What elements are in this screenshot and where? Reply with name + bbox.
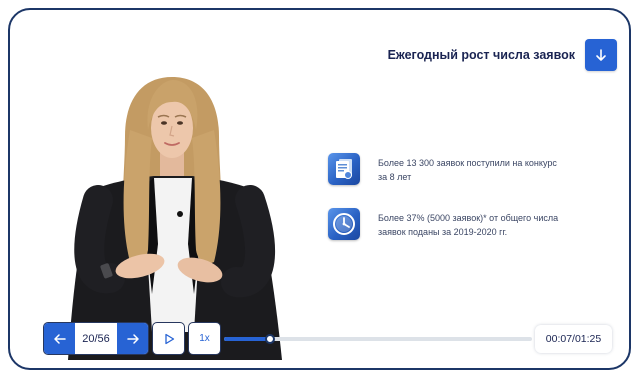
fact-line: Более 13 300 заявок поступили на конкурс (378, 158, 557, 168)
document-icon (328, 153, 360, 185)
play-icon (164, 333, 174, 344)
progress-bar[interactable] (224, 334, 532, 344)
play-icon-glyph (164, 333, 174, 344)
slide-title: Ежегодный рост числа заявок (387, 48, 575, 62)
document-icon-line (338, 167, 347, 169)
presenter-eye-left (161, 121, 167, 125)
slide-counter: 20/56 (82, 332, 110, 345)
arrow-down-icon-glyph (596, 49, 606, 61)
down-arrow-button[interactable] (585, 39, 617, 71)
arrow-down-icon (596, 49, 606, 61)
fact-text: Более 37% (5000 заявок)* от общего числа… (378, 211, 558, 239)
presenter-hair-right (192, 130, 221, 264)
progress-fill (224, 337, 271, 341)
presenter-microphone (177, 211, 183, 217)
arrow-left-icon (53, 333, 66, 344)
clock-icon-glyph (333, 213, 355, 235)
slide-navigation: 20/56 (43, 322, 149, 355)
presenter-video (68, 72, 282, 360)
fact-item: Более 13 300 заявок поступили на конкурс… (328, 153, 557, 185)
fact-line: Более 37% (5000 заявок)* от общего числа (378, 213, 559, 223)
presenter-hair-left (123, 130, 152, 264)
document-icon-line (338, 170, 344, 172)
next-slide-button[interactable] (117, 323, 148, 354)
fact-text: Более 13 300 заявок поступили на конкурс… (378, 156, 557, 184)
document-icon-glyph (336, 159, 352, 179)
arrow-right-icon-glyph (126, 333, 139, 344)
arrow-left-icon-glyph (53, 333, 66, 344)
play-button[interactable] (152, 322, 185, 355)
arrow-right-icon (126, 333, 139, 344)
playback-speed-label: 1x (199, 333, 210, 344)
playback-speed-button[interactable]: 1x (188, 322, 221, 355)
clock-icon (328, 208, 360, 240)
presenter-eye-right (177, 121, 183, 125)
time-display: 00:07/01:25 (535, 325, 612, 353)
document-icon-line (338, 164, 347, 166)
previous-slide-button[interactable] (44, 323, 75, 354)
fact-line: за 8 лет (378, 172, 412, 182)
fact-line: заявок поданы за 2019-2020 гг. (378, 227, 508, 237)
clock-icon-center (342, 222, 346, 226)
fact-item: Более 37% (5000 заявок)* от общего числа… (328, 208, 558, 240)
document-icon-seal (344, 171, 352, 179)
presenter-illustration (68, 77, 282, 360)
